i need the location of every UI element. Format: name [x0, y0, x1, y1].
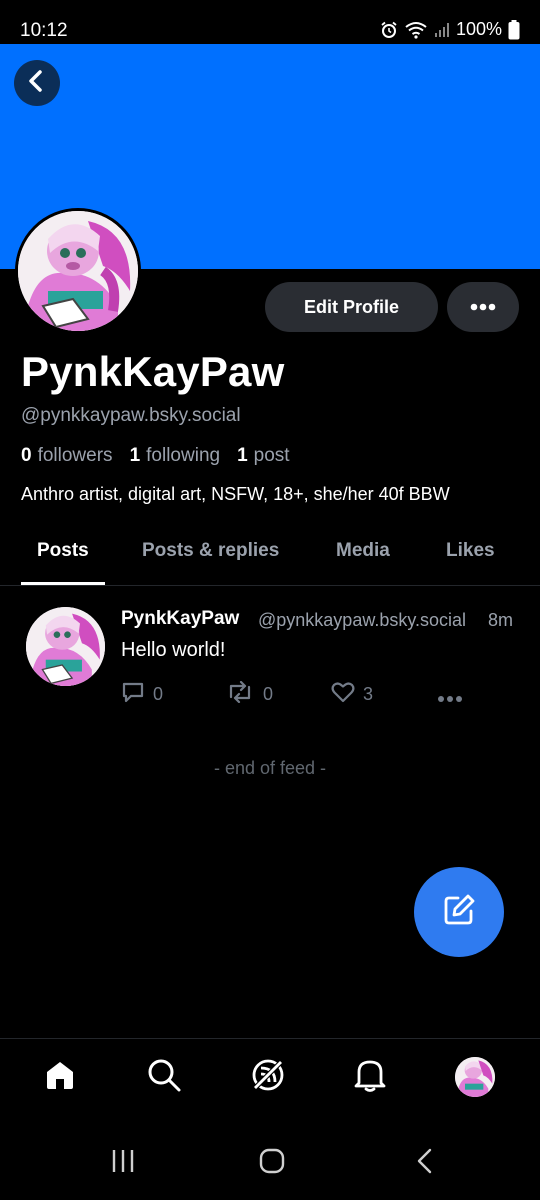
tab-media[interactable]: Media — [336, 540, 390, 562]
back-button[interactable] — [14, 60, 60, 106]
like-button[interactable]: 3 — [331, 681, 373, 708]
home-icon — [43, 1058, 77, 1097]
battery-icon — [508, 19, 520, 40]
posts-count: 1 — [237, 445, 248, 466]
post-timestamp: 8m — [488, 610, 514, 630]
edit-profile-button[interactable]: Edit Profile — [265, 282, 438, 332]
reply-count: 0 — [153, 684, 164, 704]
post-author-name[interactable]: PynkKayPaw — [121, 608, 239, 630]
post-avatar[interactable] — [26, 607, 105, 686]
nav-search[interactable] — [144, 1057, 184, 1097]
post-author-handle[interactable]: @pynkkaypaw.bsky.social — [258, 610, 483, 631]
bell-icon — [353, 1057, 387, 1098]
tab-posts[interactable]: Posts — [37, 540, 89, 562]
following-stat[interactable]: 1 following — [130, 445, 221, 467]
reply-icon — [121, 681, 145, 708]
followers-count: 0 — [21, 445, 32, 466]
avatar — [455, 1057, 495, 1097]
repost-count: 0 — [263, 684, 274, 704]
bottom-navigation — [0, 1038, 540, 1118]
post-text: Hello world! — [121, 639, 226, 661]
following-label: following — [146, 445, 221, 466]
tab-posts-and-replies[interactable]: Posts & replies — [142, 540, 279, 562]
status-bar: 10:12 100% — [0, 0, 540, 44]
feeds-icon — [250, 1057, 286, 1098]
avatar-illustration — [26, 607, 105, 686]
more-options-button[interactable] — [447, 282, 519, 332]
posts-stat: 1 post — [237, 445, 290, 467]
posts-label: post — [253, 445, 290, 466]
wifi-icon — [404, 21, 428, 39]
nav-feeds[interactable] — [248, 1057, 288, 1097]
ellipsis-icon — [437, 687, 463, 708]
status-time: 10:12 — [20, 20, 68, 41]
feed-post[interactable]: PynkKayPaw @pynkkaypaw.bsky.social 8m He… — [0, 587, 540, 717]
profile-stats: 0 followers 1 following 1 post — [21, 445, 307, 467]
followers-stat[interactable]: 0 followers — [21, 445, 113, 467]
system-navigation-bar — [0, 1120, 540, 1200]
reply-button[interactable]: 0 — [121, 681, 163, 708]
system-back-icon[interactable] — [414, 1148, 436, 1179]
profile-bio: Anthro artist, digital art, NSFW, 18+, s… — [21, 484, 450, 504]
chevron-left-icon — [25, 69, 49, 98]
following-count: 1 — [129, 445, 141, 466]
profile-avatar[interactable] — [15, 208, 141, 334]
display-name: PynkKayPaw — [21, 348, 285, 395]
recent-apps-icon[interactable] — [110, 1148, 136, 1179]
compose-post-button[interactable] — [414, 867, 504, 957]
compose-icon — [442, 893, 476, 932]
nav-notifications[interactable] — [350, 1057, 390, 1097]
active-tab-indicator — [21, 582, 105, 585]
end-of-feed-label: - end of feed - — [213, 758, 327, 778]
heart-icon — [331, 681, 355, 708]
nav-profile[interactable] — [455, 1057, 495, 1097]
profile-tabs: Posts Posts & replies Media Likes — [0, 520, 540, 586]
post-more-button[interactable] — [437, 687, 463, 708]
signal-icon — [434, 22, 450, 38]
avatar-illustration — [455, 1057, 495, 1097]
home-circle-icon[interactable] — [259, 1148, 285, 1179]
post-actions: 0 0 3 — [121, 680, 491, 708]
repost-button[interactable]: 0 — [225, 680, 274, 708]
profile-screen: 10:12 100% Edit Profile PynkKayPaw @pynk… — [0, 0, 540, 1200]
search-icon — [146, 1057, 182, 1098]
tab-likes[interactable]: Likes — [446, 540, 495, 562]
like-count: 3 — [363, 684, 374, 704]
battery-percent: 100% — [455, 19, 502, 39]
avatar-illustration — [18, 211, 138, 331]
alarm-icon — [380, 21, 398, 39]
profile-handle: @pynkkaypaw.bsky.social — [21, 405, 241, 426]
repost-icon — [225, 680, 255, 708]
followers-label: followers — [37, 445, 113, 466]
ellipsis-icon — [470, 298, 496, 316]
status-icons: 100% — [380, 19, 520, 40]
nav-home[interactable] — [40, 1057, 80, 1097]
